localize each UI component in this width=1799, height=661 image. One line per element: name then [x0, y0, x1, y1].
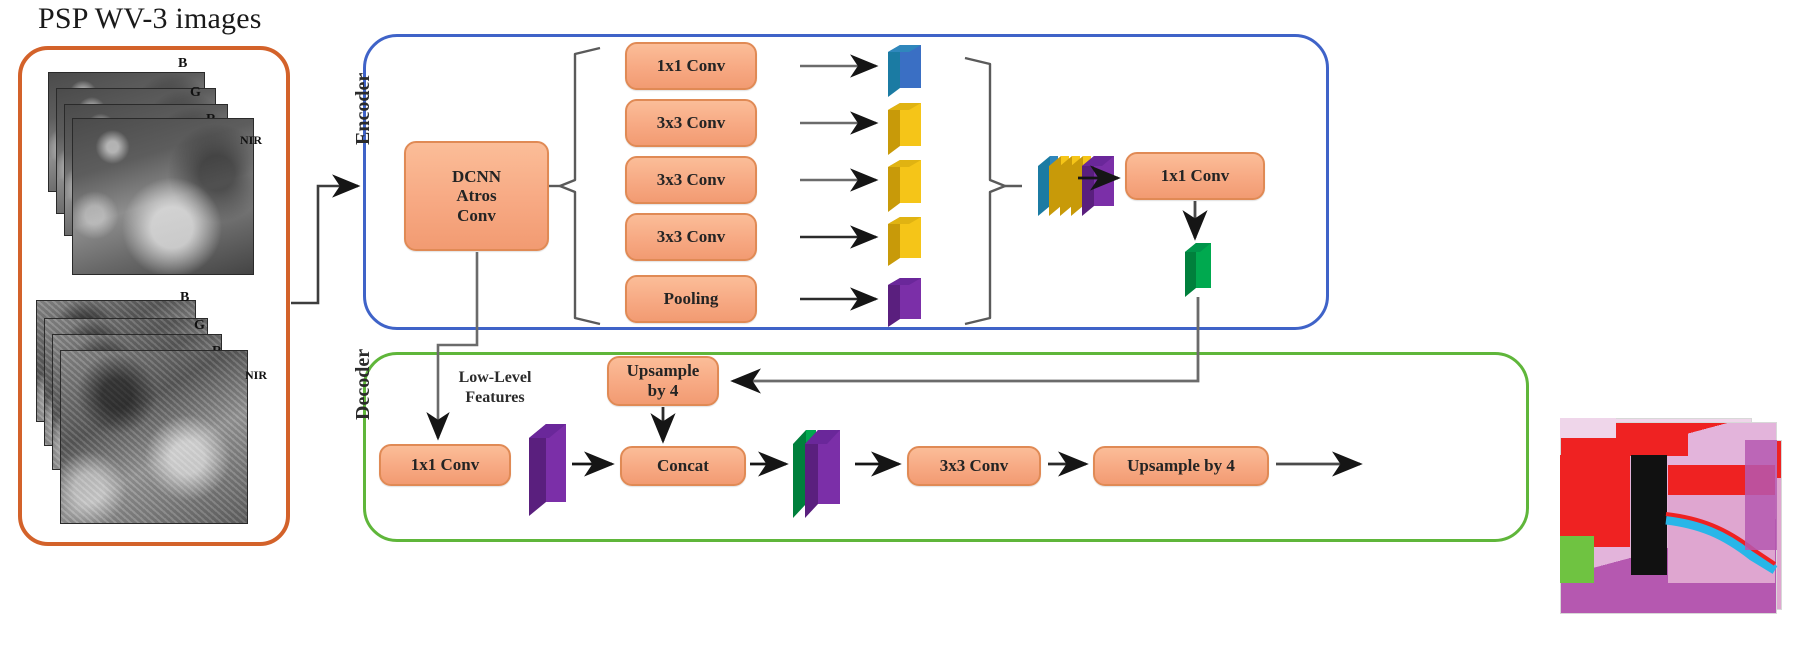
arrow-input-to-encoder	[291, 174, 361, 305]
aspp-branch-box-4[interactable]: 3x3 Conv	[625, 213, 757, 261]
aspp-branch-box-1[interactable]: 1x1 Conv	[625, 42, 757, 90]
dcnn-line-3: Conv	[457, 205, 496, 225]
band-label-g-bottom: G	[194, 318, 205, 333]
upsample-first-line-1: Upsample	[626, 361, 700, 381]
band-label-nir-top: NIR	[240, 133, 263, 147]
band-label-g-top: G	[190, 85, 201, 100]
figure-title: PSP WV-3 images	[38, 2, 262, 35]
dcnn-line-1: DCNN	[451, 166, 502, 186]
decoder-upsample-first-box[interactable]: Upsample by 4	[607, 356, 719, 406]
aspp-branch-box-2[interactable]: 3x3 Conv	[625, 99, 757, 147]
low-level-features-note: Low-Level Features	[440, 368, 550, 408]
encoder-projection-conv-box[interactable]: 1x1 Conv	[1125, 152, 1265, 200]
upsample-first-line-2: by 4	[647, 381, 679, 400]
band-label-b-bottom: B	[180, 290, 190, 305]
decoder-concat-box[interactable]: Concat	[620, 446, 746, 486]
decoder-label: Decoder	[352, 348, 374, 420]
decoder-low-level-conv-box[interactable]: 1x1 Conv	[379, 444, 511, 486]
aspp-branch-box-3[interactable]: 3x3 Conv	[625, 156, 757, 204]
figure-canvas: PSP WV-3 images B G R NIR B G R NIR Enco…	[0, 0, 1799, 661]
low-level-note-line-2: Features	[465, 389, 525, 406]
input-band-tile-nir-2	[60, 350, 248, 524]
low-level-note-line-1: Low-Level	[458, 369, 532, 386]
input-band-tile-nir	[72, 118, 254, 275]
encoder-label: Encoder	[352, 72, 374, 145]
band-label-b-top: B	[178, 56, 188, 71]
output-map-front	[1560, 422, 1777, 614]
dcnn-atros-conv-box[interactable]: DCNN Atros Conv	[404, 141, 549, 251]
decoder-refine-conv-box[interactable]: 3x3 Conv	[907, 446, 1041, 486]
dcnn-line-2: Atros	[456, 186, 497, 206]
band-label-nir-bottom: NIR	[245, 368, 268, 382]
decoder-upsample-final-box[interactable]: Upsample by 4	[1093, 446, 1269, 486]
aspp-branch-box-5[interactable]: Pooling	[625, 275, 757, 323]
